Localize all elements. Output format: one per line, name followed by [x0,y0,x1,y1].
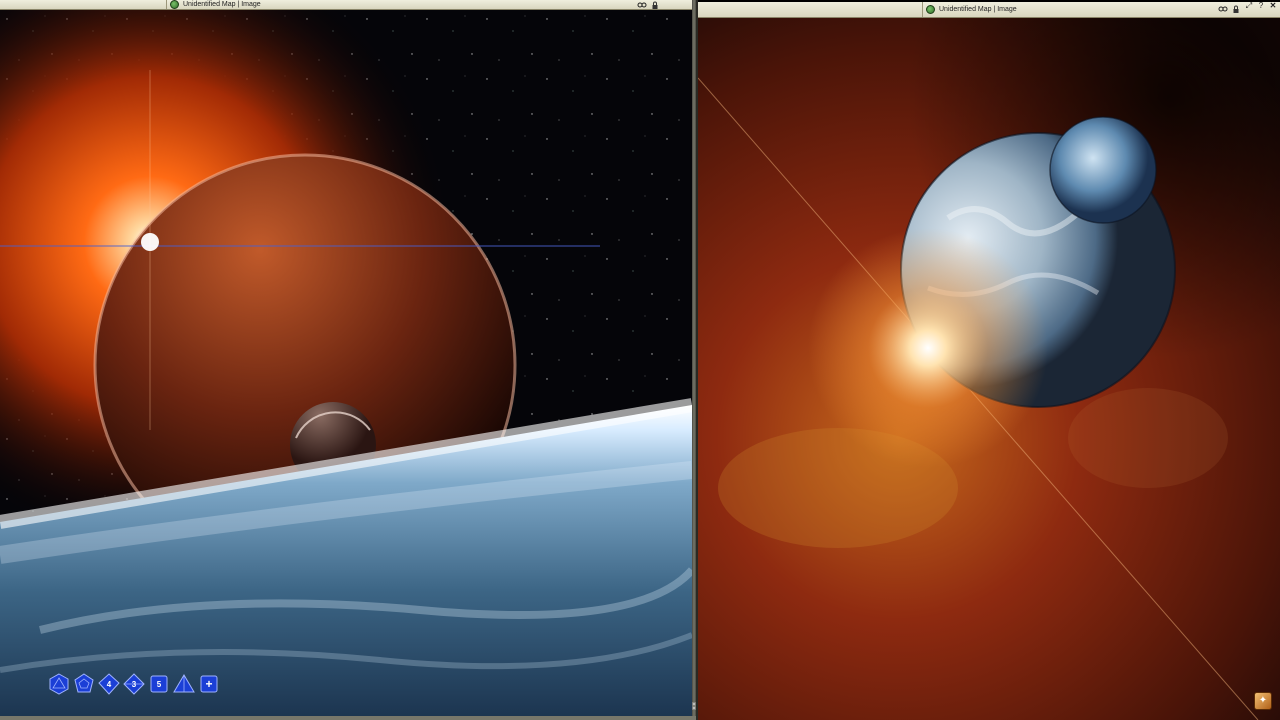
privacy-icon[interactable] [1218,5,1228,14]
resize-icon[interactable]: ⤢ [1244,1,1254,10]
lock-icon[interactable] [1231,5,1241,14]
d10-die[interactable]: 4 [98,673,120,695]
window-titlebar[interactable]: Unidentified Map | Image [0,0,692,10]
window-titlebar[interactable]: Unidentified Map | Image ⤢ ? ✕ [698,1,1280,18]
image-window-right: Unidentified Map | Image ⤢ ? ✕ [696,0,1280,720]
image-window-left: Unidentified Map | Image 4 3 5 + [0,0,692,716]
d6-die[interactable]: 5 [148,673,170,695]
d12-die[interactable] [73,673,95,695]
help-icon[interactable]: ? [1256,1,1266,10]
plus-icon: + [205,677,213,691]
space-scene-left [0,10,692,716]
window-title: Unidentified Map | Image [183,1,261,8]
space-scene-right [698,18,1280,720]
window-title: Unidentified Map | Image [939,6,1017,13]
titlebar-divider [922,2,923,17]
title-group: Unidentified Map | Image [926,2,1017,17]
d4-die[interactable] [173,673,195,695]
d10-label: 4 [106,679,112,689]
bottom-edge [0,716,696,720]
dice-tray: 4 3 5 + [48,673,220,695]
d8-die[interactable]: 3 [123,673,145,695]
id-badge-icon[interactable] [170,0,179,9]
titlebar-divider [166,0,167,9]
d6-label: 5 [156,679,162,689]
lock-icon[interactable] [650,1,660,10]
map-image-orbit[interactable] [0,10,692,716]
title-group: Unidentified Map | Image [170,0,261,9]
map-image-twin-planets[interactable] [698,18,1280,720]
privacy-icon[interactable] [637,1,647,10]
id-badge-icon[interactable] [926,5,935,14]
add-die-button[interactable]: + [198,673,220,695]
d8-label: 3 [131,679,137,689]
chat-toggle-icon[interactable]: ✦ [1254,692,1272,710]
close-icon[interactable]: ✕ [1268,1,1278,10]
d20-die[interactable] [48,673,70,695]
